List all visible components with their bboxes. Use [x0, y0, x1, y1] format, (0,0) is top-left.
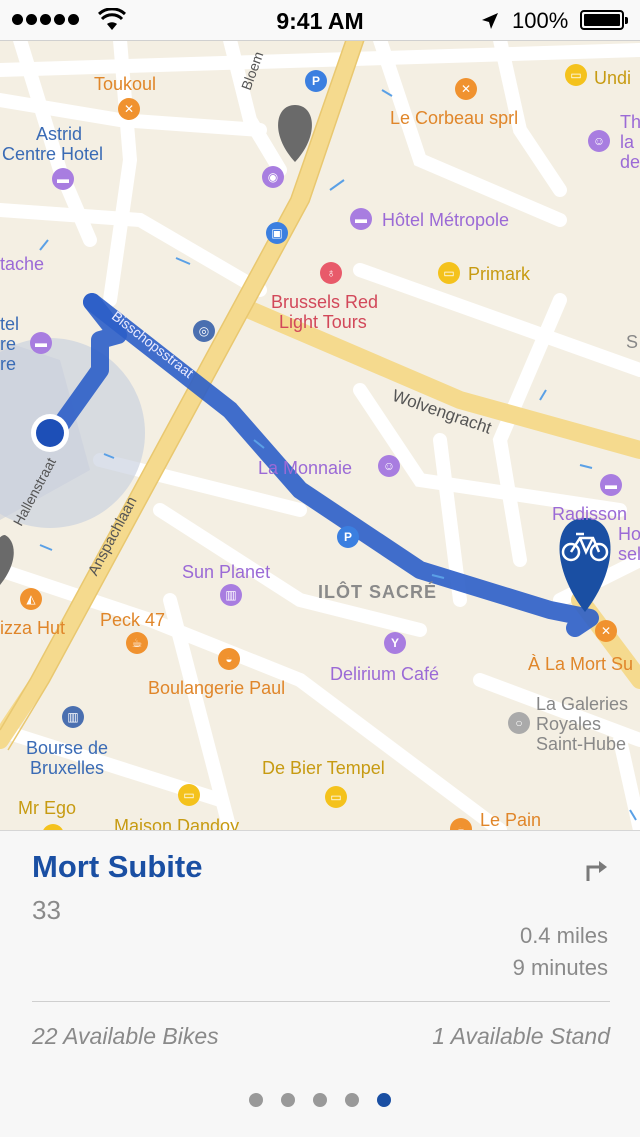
map-label[interactable]: Undi [594, 68, 631, 88]
page-dot-active[interactable] [377, 1093, 391, 1107]
page-dot[interactable] [313, 1093, 327, 1107]
map-label[interactable]: izza Hut [0, 618, 65, 638]
station-name: Mort Subite [32, 849, 203, 884]
map-label[interactable]: Le Pain [480, 810, 541, 830]
parking-icon[interactable]: P [305, 70, 327, 92]
hotel-icon[interactable]: ▬ [350, 208, 372, 230]
map-label[interactable]: sel [618, 544, 640, 564]
shopping-icon[interactable]: ▭ [325, 786, 347, 808]
hotel-icon[interactable]: ▬ [30, 332, 52, 354]
cafe-icon[interactable]: ☕ [126, 632, 148, 654]
landmark-icon[interactable]: ○ [508, 712, 530, 734]
map-label[interactable]: À La Mort Su [528, 654, 633, 674]
map-label[interactable]: S [626, 332, 638, 352]
parking-icon[interactable]: P [337, 526, 359, 548]
theater-icon[interactable]: ☺ [378, 455, 400, 477]
post-office-icon[interactable]: ◎ [193, 320, 215, 342]
hotel-icon[interactable]: ▬ [52, 168, 74, 190]
map-label[interactable]: Peck 47 [100, 610, 165, 630]
duration: 9 minutes [512, 955, 608, 980]
train-icon[interactable]: ▣ [266, 222, 288, 244]
station-info-panel: Mort Subite 33 0.4 miles 9 minutes 22 Av… [0, 830, 640, 1137]
map-label[interactable]: Light Tours [279, 312, 367, 332]
map-label[interactable]: de [620, 152, 640, 172]
page-dot[interactable] [249, 1093, 263, 1107]
page-dot[interactable] [281, 1093, 295, 1107]
map-label[interactable]: Maison Dandoy [114, 816, 239, 830]
map-label[interactable]: Le Corbeau sprl [390, 108, 518, 128]
map-label[interactable]: Royales [536, 714, 601, 734]
map-label[interactable]: Hôtel Métropole [382, 210, 509, 230]
map-label[interactable]: Bruxelles [30, 758, 104, 778]
map-label[interactable]: re [0, 354, 16, 374]
map-label[interactable]: Ho [618, 524, 640, 544]
map-label[interactable]: Delirium Café [330, 664, 439, 684]
restaurant-icon[interactable]: ✕ [595, 620, 617, 642]
bakery-icon[interactable]: ◒ [218, 648, 240, 670]
map-label[interactable]: Mr Ego [18, 798, 76, 818]
hotel-icon[interactable]: ▬ [600, 474, 622, 496]
theater-icon[interactable]: ◉ [262, 166, 284, 188]
map-label[interactable]: Saint-Hube [536, 734, 626, 754]
map-label[interactable]: Primark [468, 264, 530, 284]
map-view[interactable]: ✕ ▬ ▬ ◉ ▣ P ✕ ▭ ☺ ▬ ▭ ♁ ◎ ☺ ▬ P ▥ ◭ ☕ ◒ … [0, 40, 640, 830]
directions-icon[interactable] [584, 857, 610, 883]
station-number: 33 [32, 895, 61, 925]
map-label[interactable]: Brussels Red [271, 292, 378, 312]
shopping-icon[interactable]: ▭ [438, 262, 460, 284]
distance: 0.4 miles [519, 923, 608, 948]
map-label[interactable]: La Monnaie [258, 458, 352, 478]
map-label[interactable]: Astrid [36, 124, 82, 144]
shopping-icon[interactable]: ▭ [565, 64, 587, 86]
status-bar: 9:41 AM 100% [0, 0, 640, 41]
pizza-icon[interactable]: ◭ [20, 588, 42, 610]
shop-icon[interactable]: ▥ [220, 584, 242, 606]
divider [32, 1001, 610, 1002]
restaurant-icon[interactable]: ✕ [118, 98, 140, 120]
map-label[interactable]: Th [620, 112, 640, 132]
tourism-icon[interactable]: ♁ [320, 262, 342, 284]
page-indicator[interactable] [0, 1093, 640, 1107]
page-dot[interactable] [345, 1093, 359, 1107]
map-label[interactable]: Toukoul [94, 74, 156, 94]
map-label[interactable]: Boulangerie Paul [148, 678, 285, 698]
available-bikes: 22 Available Bikes [32, 1023, 219, 1049]
battery-icon [580, 10, 628, 30]
map-label[interactable]: tel [0, 314, 19, 334]
location-arrow-icon [482, 13, 498, 29]
map-label[interactable]: La Galeries [536, 694, 628, 714]
battery-percent: 100% [512, 8, 569, 33]
theater-icon[interactable]: ☺ [588, 130, 610, 152]
museum-icon[interactable]: ▥ [62, 706, 84, 728]
bar-icon[interactable]: Y [384, 632, 406, 654]
district-label: ILÔT SACRÉ [318, 582, 438, 602]
map-label[interactable]: tache [0, 254, 44, 274]
map-label[interactable]: re [0, 334, 16, 354]
map-label[interactable]: De Bier Tempel [262, 758, 385, 778]
shopping-icon[interactable]: ▭ [178, 784, 200, 806]
map-label[interactable]: la [620, 132, 634, 152]
map-label[interactable]: Radisson [552, 504, 627, 524]
available-stands: 1 Available Stand [432, 1023, 610, 1049]
map-label[interactable]: Bourse de [26, 738, 108, 758]
map-label[interactable]: Sun Planet [182, 562, 270, 582]
restaurant-icon[interactable]: ✕ [455, 78, 477, 100]
map-label[interactable]: Centre Hotel [2, 144, 103, 164]
